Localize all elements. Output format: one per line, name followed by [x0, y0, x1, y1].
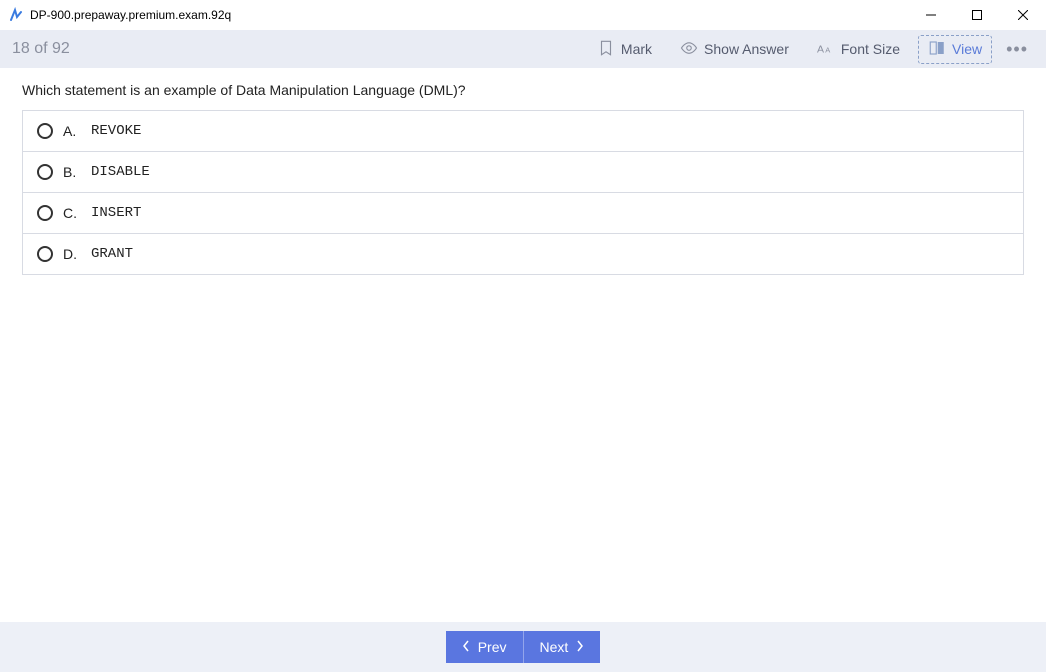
radio-icon	[37, 123, 53, 139]
radio-icon	[37, 205, 53, 221]
mark-button[interactable]: Mark	[587, 35, 662, 64]
footer-nav: Prev Next	[0, 622, 1046, 672]
app-icon	[8, 7, 24, 23]
answer-choice[interactable]: B. DISABLE	[22, 151, 1024, 193]
window-controls	[908, 0, 1046, 30]
minimize-button[interactable]	[908, 0, 954, 30]
chevron-right-icon	[576, 639, 584, 655]
radio-icon	[37, 164, 53, 180]
answer-choice[interactable]: D. GRANT	[22, 233, 1024, 275]
view-layout-icon	[928, 39, 946, 60]
more-button[interactable]: •••	[1000, 39, 1034, 60]
view-label: View	[952, 41, 982, 57]
toolbar: 18 of 92 Mark Show Answer AA Font Size V…	[0, 30, 1046, 68]
view-button[interactable]: View	[918, 35, 992, 64]
window-title: DP-900.prepaway.premium.exam.92q	[30, 8, 908, 22]
maximize-button[interactable]	[954, 0, 1000, 30]
mark-label: Mark	[621, 41, 652, 57]
choice-letter: D.	[63, 246, 81, 262]
choice-text: GRANT	[91, 246, 133, 262]
font-size-button[interactable]: AA Font Size	[807, 35, 910, 64]
svg-text:A: A	[817, 43, 824, 55]
prev-label: Prev	[478, 639, 507, 655]
choice-text: REVOKE	[91, 123, 141, 139]
choice-letter: C.	[63, 205, 81, 221]
answer-choice[interactable]: A. REVOKE	[22, 110, 1024, 152]
font-size-label: Font Size	[841, 41, 900, 57]
chevron-left-icon	[462, 639, 470, 655]
choice-letter: A.	[63, 123, 81, 139]
radio-icon	[37, 246, 53, 262]
choice-text: DISABLE	[91, 164, 150, 180]
prev-button[interactable]: Prev	[446, 631, 524, 663]
next-button[interactable]: Next	[524, 631, 601, 663]
show-answer-button[interactable]: Show Answer	[670, 35, 799, 64]
svg-text:A: A	[825, 45, 830, 54]
eye-icon	[680, 39, 698, 60]
close-button[interactable]	[1000, 0, 1046, 30]
show-answer-label: Show Answer	[704, 41, 789, 57]
answer-choice[interactable]: C. INSERT	[22, 192, 1024, 234]
font-size-icon: AA	[817, 39, 835, 60]
progress-indicator: 18 of 92	[12, 40, 70, 58]
choice-text: INSERT	[91, 205, 141, 221]
question-text: Which statement is an example of Data Ma…	[22, 82, 1024, 98]
bookmark-icon	[597, 39, 615, 60]
choice-letter: B.	[63, 164, 81, 180]
titlebar: DP-900.prepaway.premium.exam.92q	[0, 0, 1046, 30]
question-panel: Which statement is an example of Data Ma…	[0, 68, 1046, 622]
next-label: Next	[540, 639, 569, 655]
